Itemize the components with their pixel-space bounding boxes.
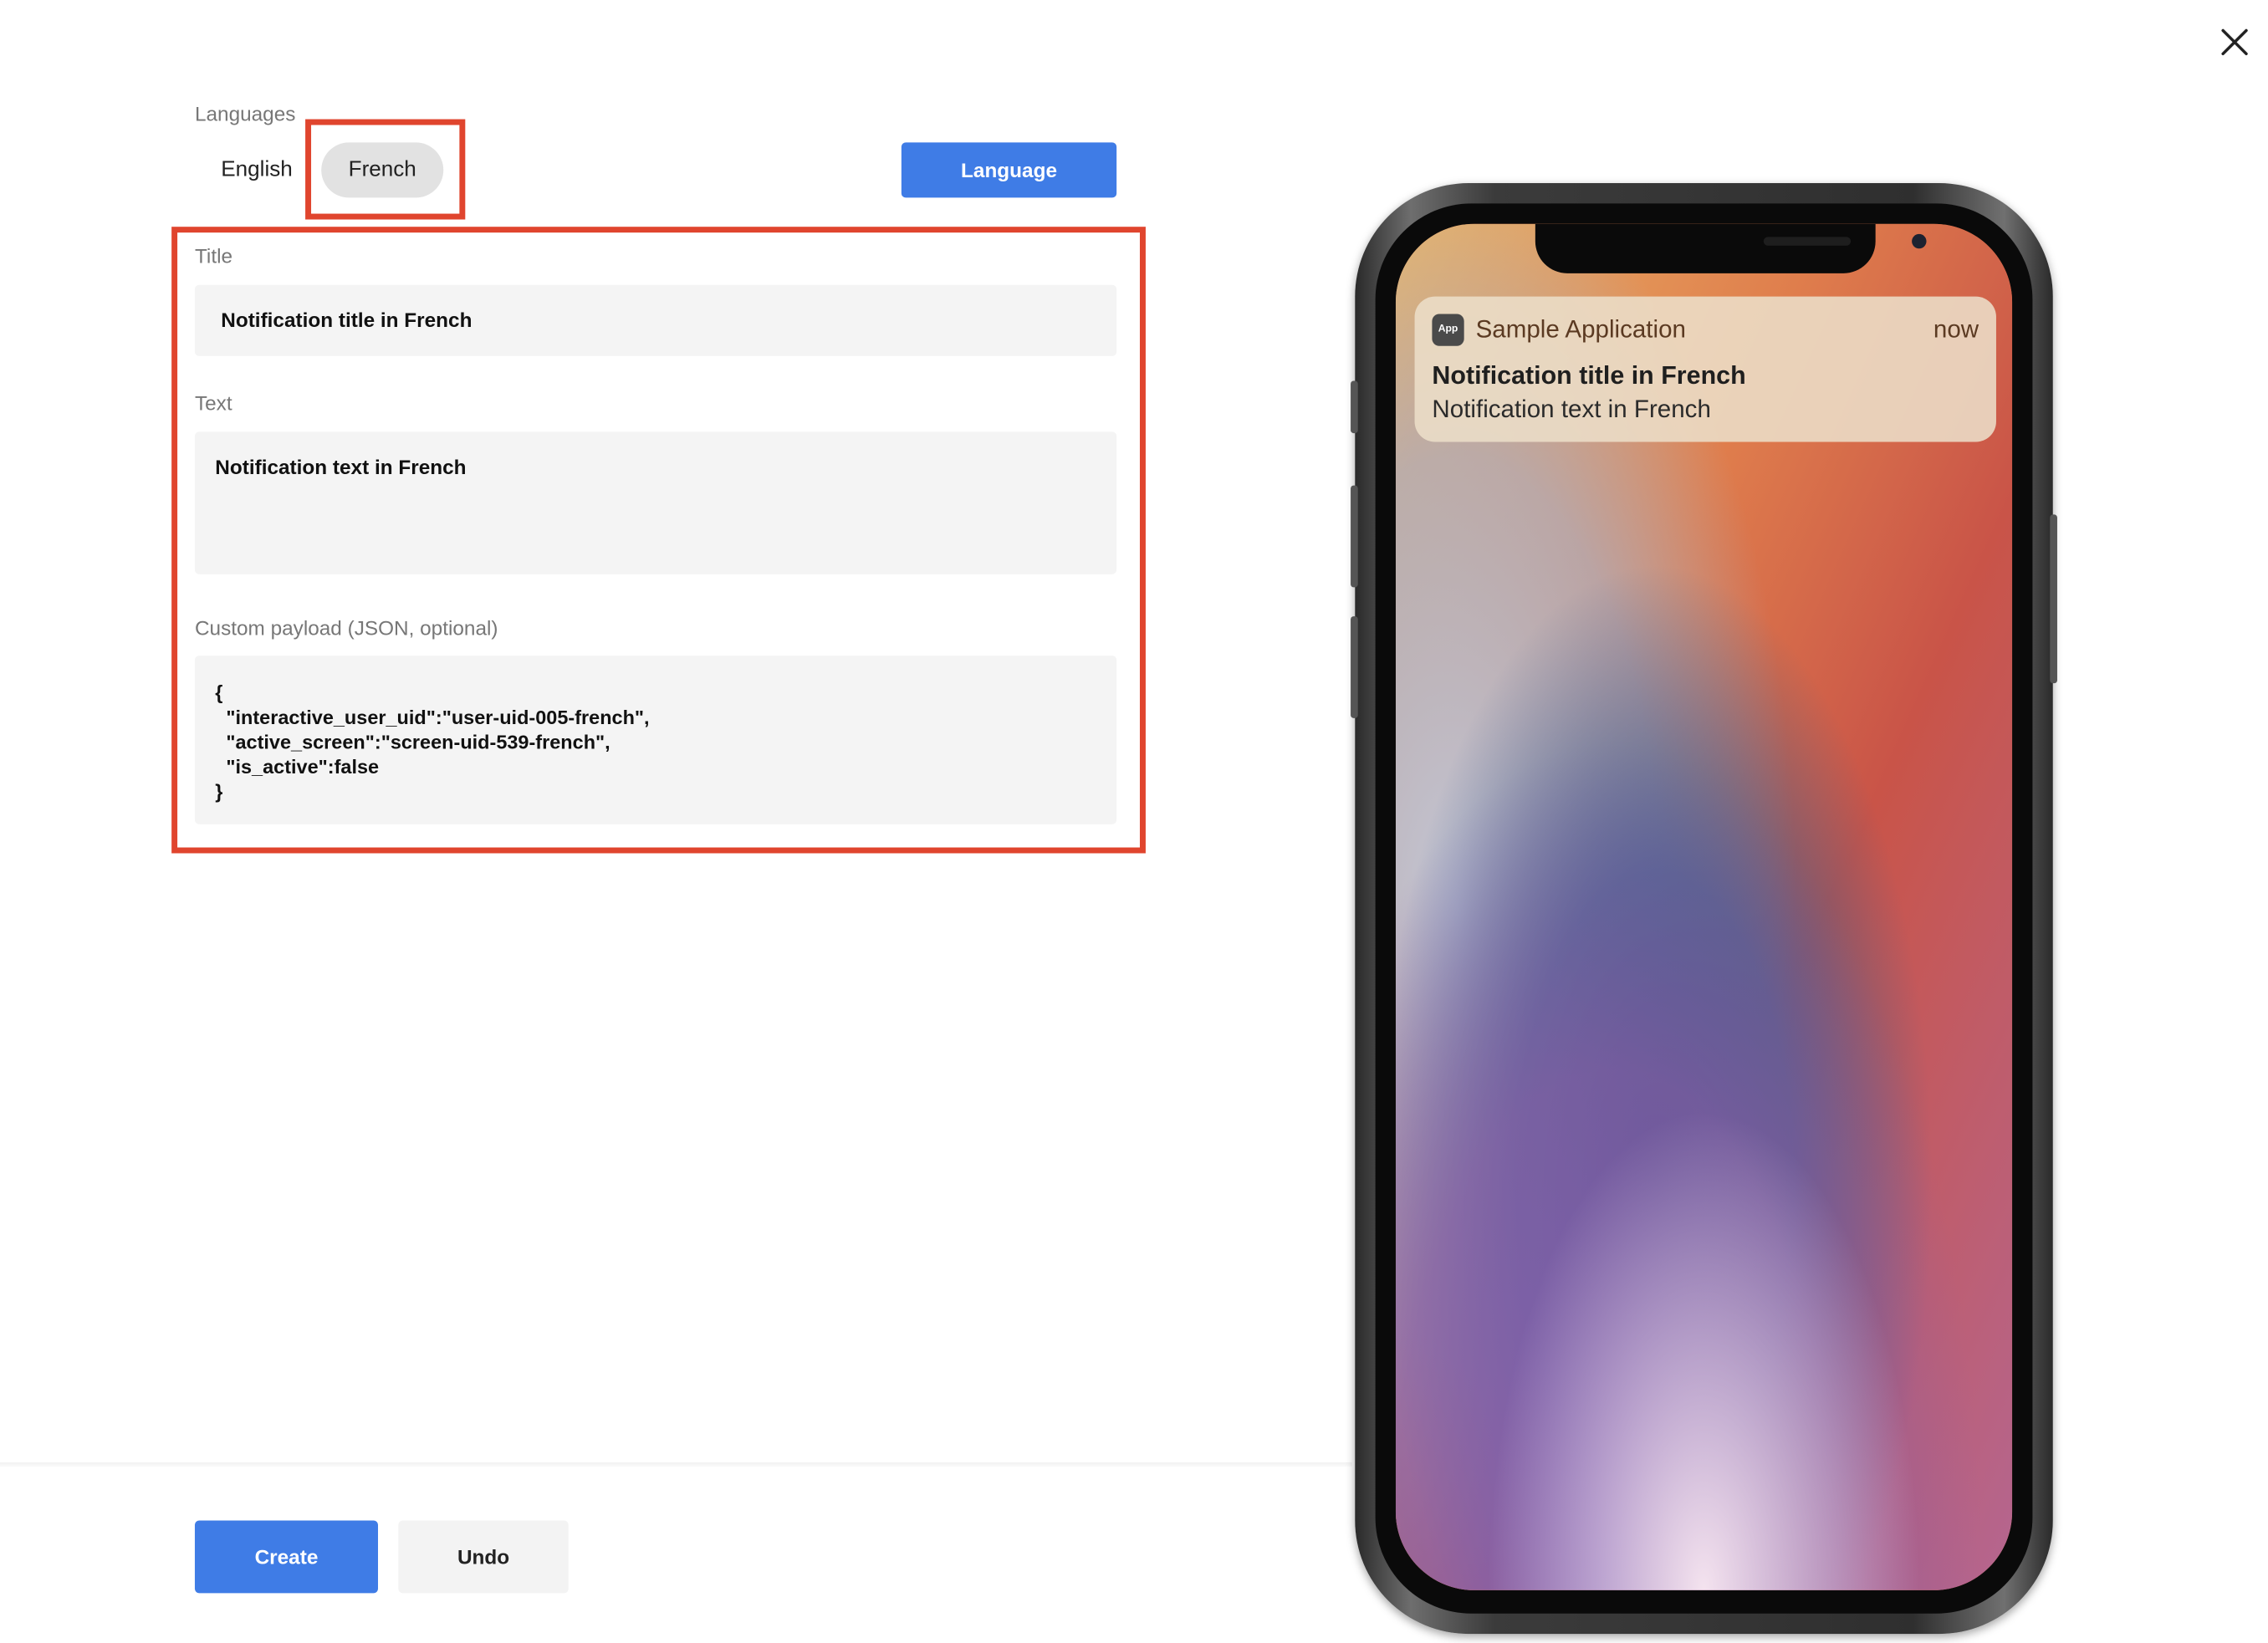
- notification-time: now: [1933, 315, 1979, 344]
- notification-editor: Languages English French Language Title …: [0, 0, 2268, 1643]
- payload-line: "interactive_user_uid":"user-uid-005-fre…: [215, 706, 650, 728]
- payload-line: "is_active":false: [215, 756, 380, 778]
- close-button[interactable]: [2215, 23, 2253, 61]
- phone-volume-up-button: [1351, 485, 1358, 588]
- payload-line: }: [215, 780, 223, 803]
- create-button[interactable]: Create: [194, 1520, 379, 1594]
- notification-preview-card: App Sample Application now Notification …: [1414, 296, 1996, 442]
- phone-notch: [1535, 223, 1927, 273]
- languages-label: Languages: [194, 101, 296, 125]
- phone-power-button: [2050, 514, 2057, 684]
- payload-label: Custom payload (JSON, optional): [194, 616, 498, 640]
- title-label: Title: [194, 244, 233, 268]
- highlight-box-language-tab: [305, 119, 466, 220]
- close-icon: [2221, 28, 2248, 56]
- text-label: Text: [194, 390, 232, 415]
- notification-app-name: Sample Application: [1475, 315, 1686, 344]
- phone-volume-down-button: [1351, 616, 1358, 718]
- add-language-button[interactable]: Language: [901, 142, 1117, 198]
- language-tab-english[interactable]: English: [203, 142, 309, 197]
- payload-line: {: [215, 681, 223, 704]
- phone-mute-switch: [1351, 380, 1358, 434]
- footer-divider: [0, 1462, 1352, 1467]
- app-icon: App: [1432, 314, 1464, 346]
- phone-camera: [1912, 233, 1927, 249]
- text-textarea[interactable]: Notification text in French: [194, 431, 1117, 574]
- undo-button[interactable]: Undo: [398, 1520, 569, 1594]
- title-input[interactable]: Notification title in French: [194, 284, 1117, 356]
- payload-line: "active_screen":"screen-uid-539-french",: [215, 731, 610, 753]
- notification-title: Notification title in French: [1432, 360, 1746, 390]
- notification-body: Notification text in French: [1432, 395, 1711, 423]
- phone-screen: App Sample Application now Notification …: [1395, 223, 2013, 1590]
- payload-textarea[interactable]: { "interactive_user_uid":"user-uid-005-f…: [194, 656, 1117, 824]
- phone-speaker: [1763, 237, 1852, 246]
